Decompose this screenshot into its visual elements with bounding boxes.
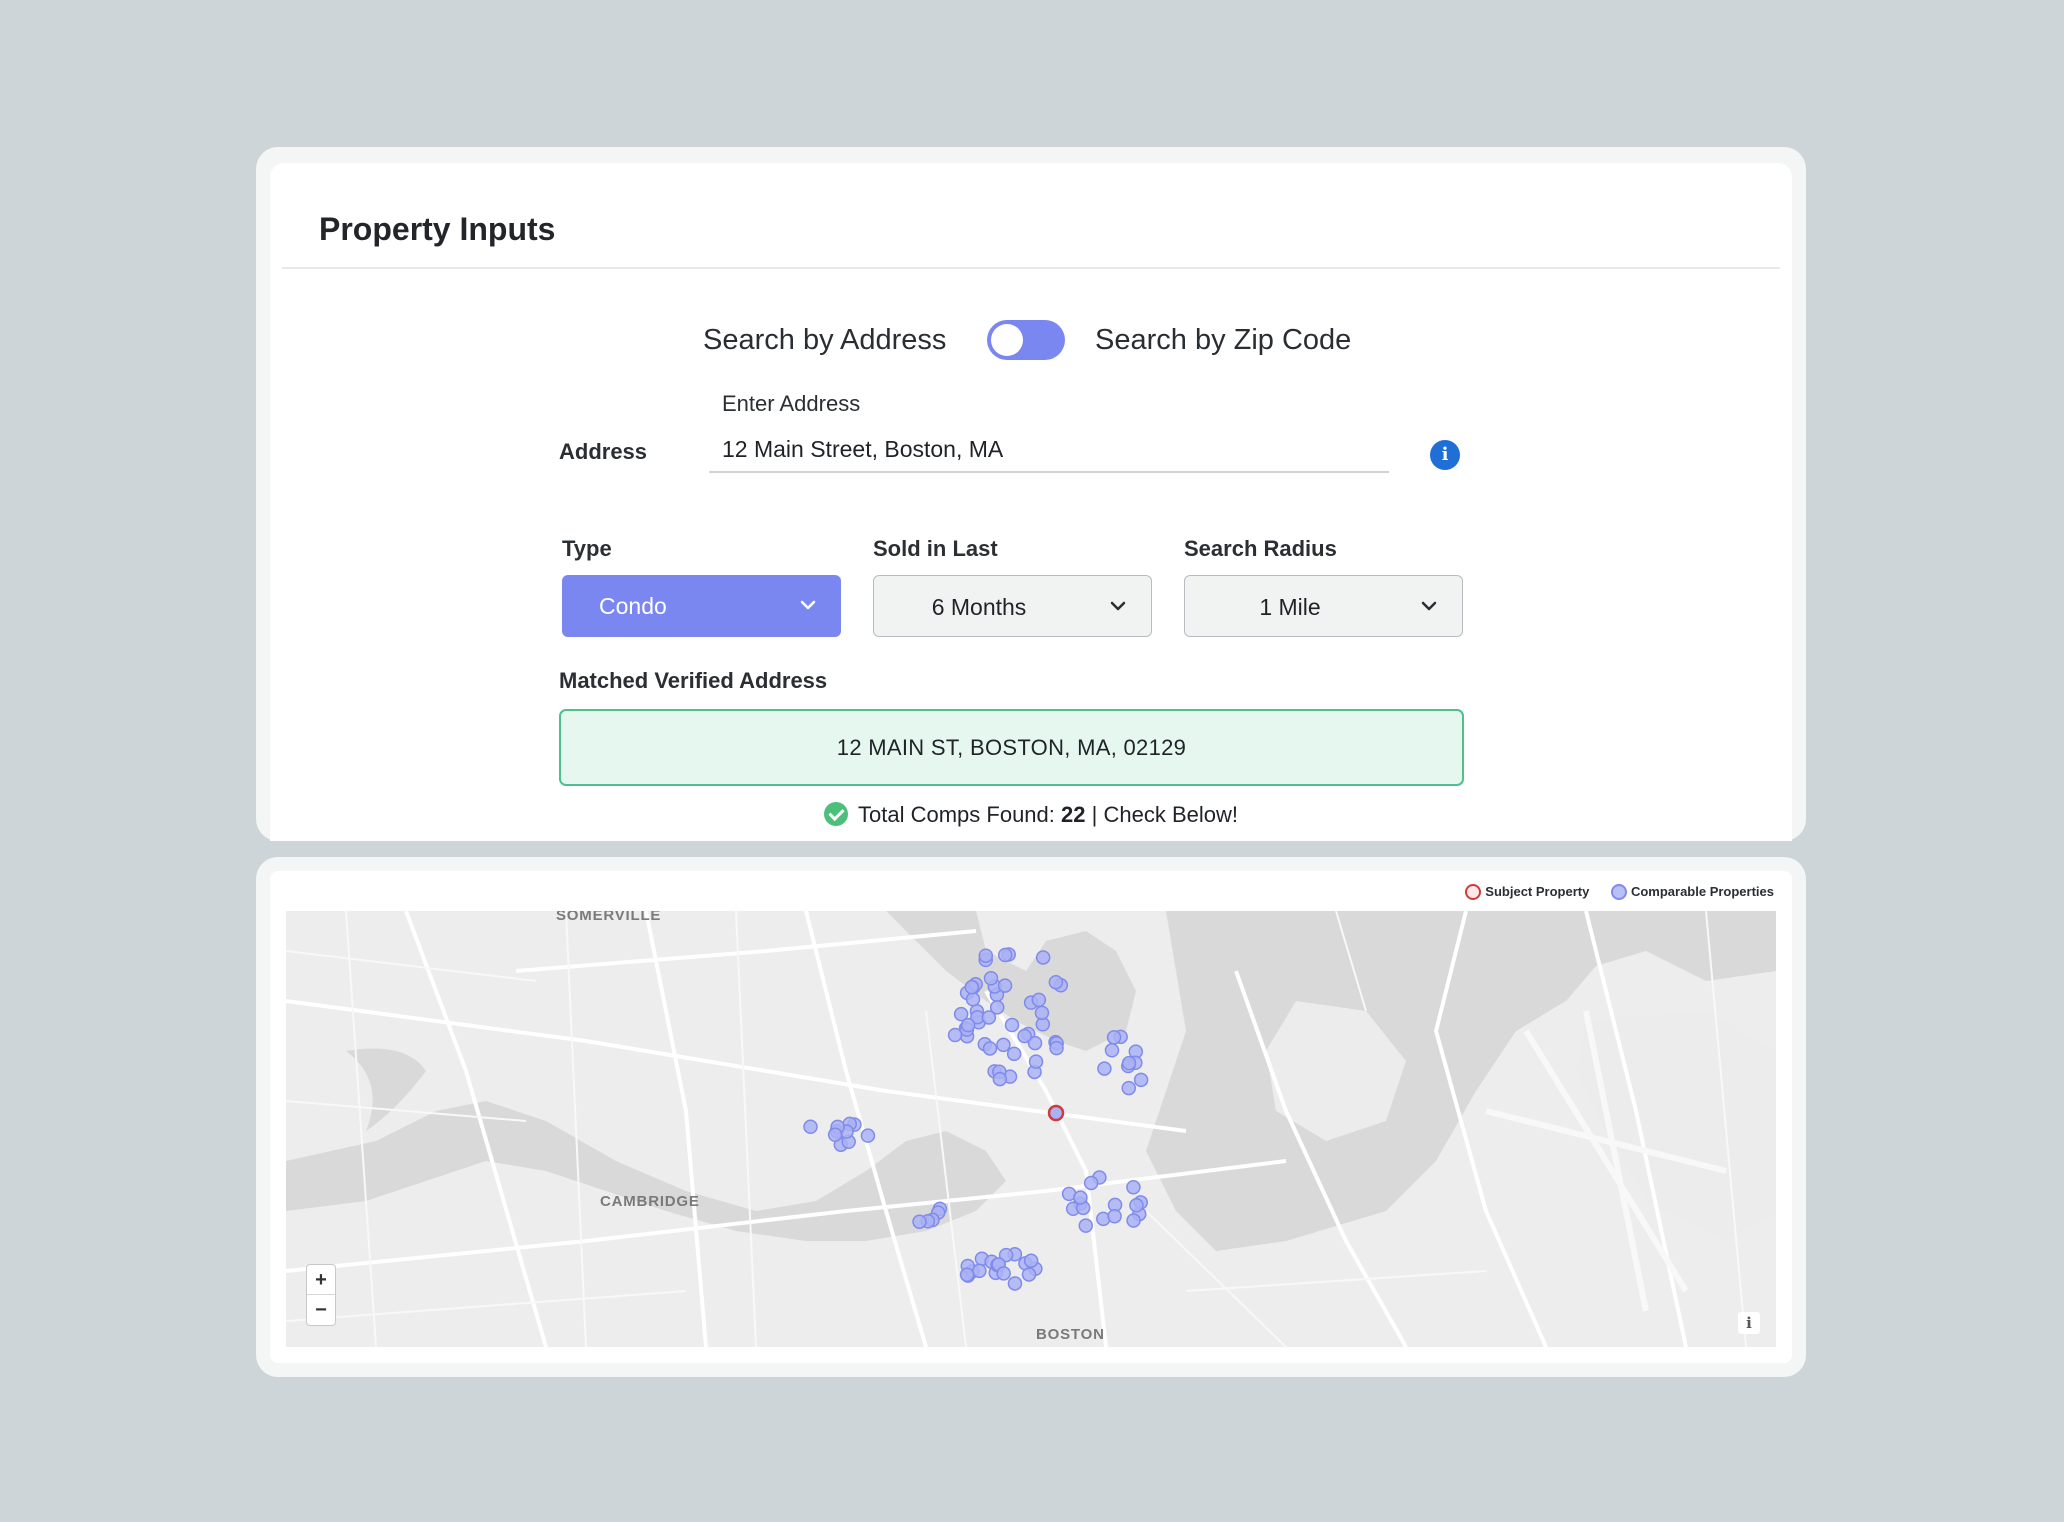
comparable-property-marker[interactable]: [1034, 1005, 1050, 1021]
comparable-property-marker[interactable]: [1031, 992, 1047, 1008]
comparable-property-marker[interactable]: [997, 947, 1013, 963]
comparable-property-marker[interactable]: [982, 1041, 998, 1056]
comparable-property-marker[interactable]: [1121, 1080, 1137, 1096]
search-radius-value: 1 Mile: [1259, 594, 1321, 620]
matched-address-label: Matched Verified Address: [559, 668, 828, 693]
search-by-address-label[interactable]: Search by Address: [703, 324, 946, 357]
type-select[interactable]: Condo: [562, 575, 841, 637]
legend-subject-label: Subject Property: [1485, 884, 1590, 899]
comparable-property-marker[interactable]: [912, 1214, 927, 1229]
chevron-down-icon: [1110, 601, 1126, 611]
comps-suffix: Check Below!: [1103, 802, 1238, 827]
zoom-out-button[interactable]: −: [307, 1295, 335, 1325]
sold-in-last-label: Sold in Last: [873, 536, 998, 561]
search-mode-toggle-row: Search by Address Search by Zip Code: [270, 315, 1792, 365]
comparable-property-marker[interactable]: [827, 1127, 843, 1143]
comparable-property-marker[interactable]: [1107, 1208, 1122, 1224]
map-markers-layer: [803, 947, 1149, 1291]
map-legend: Subject Property Comparable Properties: [1447, 884, 1774, 900]
type-select-value: Condo: [599, 593, 667, 619]
comparable-property-marker[interactable]: [1129, 1198, 1144, 1213]
comparable-property-marker[interactable]: [996, 1266, 1011, 1281]
comparable-property-marker[interactable]: [1007, 1276, 1023, 1291]
subject-marker-icon: [1465, 884, 1482, 900]
comparable-property-marker[interactable]: [959, 1267, 975, 1282]
comparable-property-marker[interactable]: [978, 948, 994, 963]
search-radius-select[interactable]: 1 Mile: [1184, 575, 1463, 637]
comparable-property-marker[interactable]: [1083, 1175, 1099, 1191]
map-panel: Subject Property Comparable Properties S…: [256, 857, 1806, 1377]
comparable-property-marker[interactable]: [1104, 1043, 1120, 1058]
comparable-property-marker[interactable]: [1048, 974, 1064, 990]
type-label: Type: [562, 536, 612, 561]
address-row-label: Address: [559, 439, 648, 464]
comparable-property-marker[interactable]: [1028, 1054, 1044, 1069]
matched-address-box: 12 MAIN ST, BOSTON, MA, 02129: [559, 709, 1464, 786]
comparable-property-marker[interactable]: [1078, 1218, 1094, 1233]
comps-separator: |: [1091, 802, 1098, 827]
comparable-property-marker[interactable]: [965, 992, 981, 1007]
property-inputs-card: Property Inputs Search by Address Search…: [270, 163, 1792, 841]
comparable-property-marker[interactable]: [1133, 1072, 1149, 1088]
legend-subject: Subject Property: [1465, 884, 1589, 900]
comparable-property-marker[interactable]: [1023, 1253, 1039, 1268]
comparable-property-marker[interactable]: [972, 1263, 987, 1279]
comparable-property-marker[interactable]: [1004, 1017, 1020, 1033]
comparable-property-marker[interactable]: [1126, 1213, 1141, 1228]
address-field-label: Enter Address: [722, 391, 861, 416]
search-mode-switch[interactable]: [987, 320, 1065, 360]
search-by-zip-label[interactable]: Search by Zip Code: [1095, 324, 1351, 357]
comparable-property-marker[interactable]: [989, 1000, 1005, 1015]
comps-count: 22: [1061, 802, 1086, 827]
comparable-property-marker[interactable]: [983, 971, 999, 986]
comparable-marker-icon: [1610, 884, 1627, 900]
comparable-property-marker[interactable]: [1006, 1046, 1022, 1062]
panel-title: Property Inputs: [319, 211, 556, 247]
comparable-property-marker[interactable]: [1121, 1055, 1137, 1071]
comparable-property-marker[interactable]: [947, 1027, 963, 1043]
comparable-property-marker[interactable]: [992, 1071, 1008, 1087]
address-input[interactable]: [709, 427, 1389, 473]
search-radius-label: Search Radius: [1184, 536, 1337, 561]
comparable-property-marker[interactable]: [1049, 1040, 1064, 1056]
zoom-in-button[interactable]: +: [307, 1265, 335, 1295]
legend-comparable-label: Comparable Properties: [1630, 884, 1774, 899]
comparable-property-marker[interactable]: [1126, 1180, 1141, 1195]
comparable-property-marker[interactable]: [860, 1128, 876, 1143]
sold-in-last-select[interactable]: 6 Months: [873, 575, 1152, 637]
map-attribution-info-button[interactable]: i: [1738, 1312, 1760, 1334]
property-inputs-panel: Property Inputs Search by Address Search…: [256, 147, 1806, 841]
chevron-down-icon: [1421, 601, 1437, 611]
sold-in-last-value: 6 Months: [931, 594, 1027, 620]
total-comps-status: Total Comps Found: 22 | Check Below!: [270, 802, 1792, 828]
title-divider: [282, 267, 1780, 269]
comparable-property-marker[interactable]: [1017, 1028, 1032, 1044]
switch-knob: [991, 324, 1023, 356]
comparable-property-marker[interactable]: [960, 1017, 976, 1033]
comparable-property-marker[interactable]: [1073, 1190, 1088, 1205]
comparable-property-marker[interactable]: [964, 979, 980, 995]
comparable-property-marker[interactable]: [1106, 1030, 1122, 1045]
comps-map[interactable]: SOMERVILLE CAMBRIDGE BOSTON + − i: [286, 911, 1776, 1347]
zoom-control: + −: [306, 1264, 336, 1326]
comps-prefix: Total Comps Found:: [858, 802, 1055, 827]
comparable-property-marker[interactable]: [996, 1037, 1011, 1053]
comparable-property-marker[interactable]: [997, 978, 1013, 993]
comparable-property-marker[interactable]: [1021, 1267, 1037, 1282]
comparable-property-marker[interactable]: [1035, 950, 1051, 965]
comparable-property-marker[interactable]: [1097, 1061, 1112, 1076]
map-card: Subject Property Comparable Properties S…: [270, 871, 1792, 1363]
comparable-property-marker[interactable]: [803, 1119, 818, 1135]
chevron-down-icon: [800, 600, 816, 610]
check-circle-icon: [824, 802, 849, 826]
info-icon[interactable]: i: [1430, 440, 1460, 470]
subject-property-marker[interactable]: [1047, 1104, 1065, 1122]
legend-comparable: Comparable Properties: [1610, 884, 1774, 900]
